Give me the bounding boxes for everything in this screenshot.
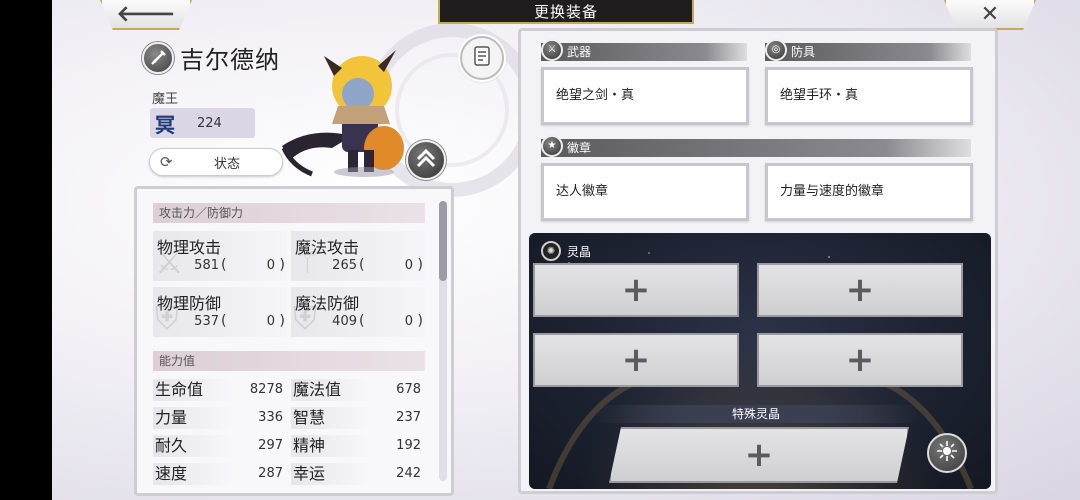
rank-badge: 冥 224 [150, 108, 255, 138]
special-crystal-label: 特殊灵晶 [591, 405, 921, 423]
arrow-left-icon: 🡐 [116, 2, 176, 27]
rank-glyph: 冥 [155, 112, 175, 137]
section-ability: 能力值 [153, 351, 425, 371]
badge-icon: ★ [541, 135, 563, 157]
ability-value: 678 [396, 382, 421, 397]
sword-icon: ⚔ [541, 39, 563, 61]
ability-value: 287 [258, 466, 283, 481]
crystal-header: ✺ 灵晶 [541, 241, 591, 261]
stat-value: 409 [332, 314, 357, 329]
special-crystal-slot[interactable]: + [609, 427, 909, 483]
ability-label: 力量 [153, 407, 233, 429]
armor-header-label: 防具 [791, 45, 816, 59]
crystal-icon: ✺ [541, 241, 561, 261]
badge-header-label: 徽章 [567, 141, 592, 155]
sparkle-icon [935, 439, 959, 467]
ability-label: 精神 [291, 435, 371, 457]
ability-value: 242 [396, 466, 421, 481]
ability-value: 336 [258, 410, 283, 425]
crystal-slot-2[interactable]: + [757, 263, 963, 317]
stats-panel: 攻击力／防御力 ⚔ 物理攻击 581 (0) ⚚ 魔法攻击 265 (0) ⛨ … [134, 186, 454, 496]
crystal-slot-4[interactable]: + [757, 333, 963, 387]
ability-speed: 速度 287 [153, 463, 283, 485]
ability-label: 智慧 [291, 407, 371, 429]
ability-value: 8278 [249, 382, 283, 397]
scroll-document-icon [470, 44, 494, 72]
stat-value: 265 [332, 258, 357, 273]
stat-physical-attack: ⚔ 物理攻击 581 (0) [153, 231, 287, 281]
plus-icon: + [845, 340, 875, 380]
ability-label: 速度 [153, 463, 233, 485]
ability-endurance: 耐久 297 [153, 435, 283, 457]
equipment-screen: 🡐 更换装备 ✕ 吉尔德纳 魔王 冥 224 ⟳ 状态 攻击力／防御力 ⚔ 物理… [52, 0, 1080, 500]
ability-strength: 力量 336 [153, 407, 283, 429]
expand-up-button[interactable] [406, 140, 446, 180]
ability-label: 生命值 [153, 379, 233, 401]
plus-icon: + [621, 270, 651, 310]
rank-value: 224 [197, 115, 222, 131]
profile-scroll-button[interactable] [460, 36, 504, 80]
character-sprite [281, 50, 404, 177]
ability-luck: 幸运 242 [291, 463, 421, 485]
stat-label: 魔法防御 [295, 294, 360, 313]
scrollbar-thumb[interactable] [439, 201, 447, 281]
status-button[interactable]: ⟳ 状态 [149, 148, 283, 176]
plus-icon: + [621, 340, 651, 380]
weapon-header-label: 武器 [567, 45, 592, 59]
ability-value: 192 [396, 438, 421, 453]
back-button[interactable]: 🡐 [100, 0, 192, 30]
plus-icon: + [845, 270, 875, 310]
badge-slot-2[interactable]: 力量与速度的徽章 [765, 163, 973, 221]
ability-hp: 生命值 8278 [153, 379, 283, 401]
character-name: 吉尔德纳 [180, 46, 280, 74]
character-title: 魔王 [152, 92, 179, 107]
plus-icon: + [744, 435, 774, 475]
armor-icon: ◎ [765, 39, 787, 61]
ability-mp: 魔法值 678 [291, 379, 421, 401]
stat-physical-defense: ⛨ 物理防御 537 (0) [153, 287, 287, 337]
stats-scrollbar[interactable] [439, 201, 447, 481]
ability-label: 魔法值 [291, 379, 371, 401]
ability-wisdom: 智慧 237 [291, 407, 421, 429]
crystal-effect-button[interactable] [927, 433, 967, 473]
crystal-header-label: 灵晶 [567, 244, 592, 259]
armor-header: ◎ 防具 [765, 39, 971, 61]
crystal-slot-1[interactable]: + [533, 263, 739, 317]
armor-slot[interactable]: 绝望手环・真 [765, 67, 973, 125]
chevron-up-icon [414, 147, 438, 173]
ability-spirit: 精神 192 [291, 435, 421, 457]
crystal-slot-3[interactable]: + [533, 333, 739, 387]
ability-label: 幸运 [291, 463, 371, 485]
weapon-slot[interactable]: 绝望之剑・真 [541, 67, 749, 125]
status-label: 状态 [214, 156, 241, 172]
stat-value: 581 [194, 258, 219, 273]
page-title: 更换装备 [438, 0, 694, 24]
stat-magic-defense: ⛨ 魔法防御 409 (0) [291, 287, 425, 337]
stat-magic-attack: ⚚ 魔法攻击 265 (0) [291, 231, 425, 281]
stat-label: 物理防御 [157, 294, 222, 313]
ability-value: 297 [258, 438, 283, 453]
stat-label: 物理攻击 [157, 238, 222, 257]
close-icon: ✕ [980, 1, 1000, 27]
ability-label: 耐久 [153, 435, 233, 457]
equipment-panel: ⚔ 武器 ◎ 防具 绝望之剑・真 绝望手环・真 ★ 徽章 达人徽章 力量与速度的… [518, 28, 998, 494]
badge-header: ★ 徽章 [541, 135, 971, 157]
sword-icon [142, 41, 174, 74]
crystal-section: ✺ 灵晶 + + + + 特殊灵晶 + [529, 233, 991, 489]
refresh-icon: ⟳ [160, 153, 173, 171]
stat-label: 魔法攻击 [295, 238, 360, 257]
stat-value: 537 [194, 314, 219, 329]
ability-value: 237 [396, 410, 421, 425]
weapon-header: ⚔ 武器 [541, 39, 747, 61]
close-button[interactable]: ✕ [944, 0, 1036, 30]
character-header: 吉尔德纳 [142, 40, 280, 75]
section-attack-defense: 攻击力／防御力 [153, 203, 425, 223]
badge-slot-1[interactable]: 达人徽章 [541, 163, 749, 221]
